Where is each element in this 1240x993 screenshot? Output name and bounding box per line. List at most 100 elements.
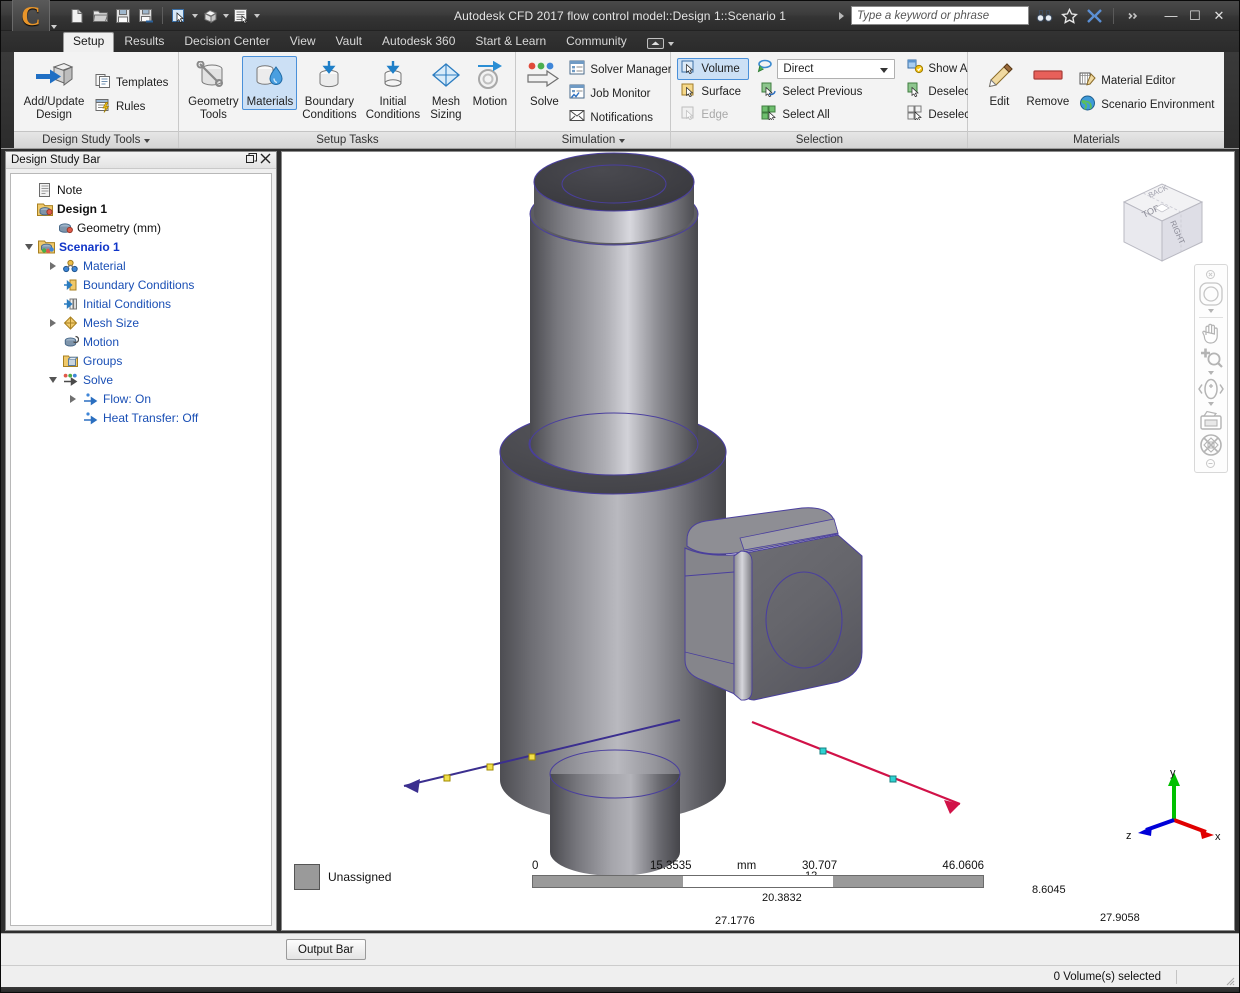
output-bar-button[interactable]: Output Bar xyxy=(286,939,366,960)
materials-button[interactable]: Materials xyxy=(242,56,298,110)
navbar-close-icon[interactable] xyxy=(1197,269,1227,280)
panel-title-design-study-tools[interactable]: Design Study Tools xyxy=(14,131,179,148)
list-select-caret-icon[interactable] xyxy=(254,13,260,18)
orbit-icon[interactable] xyxy=(1196,377,1226,401)
volume-toggle[interactable]: Volume xyxy=(677,58,750,80)
triad-z-label: z xyxy=(1126,830,1132,842)
tree-item-design-1[interactable]: Design 1 xyxy=(15,199,267,218)
remove-material-button[interactable]: Remove xyxy=(1020,56,1075,110)
steering-wheel-icon[interactable] xyxy=(1196,280,1226,308)
chevron-down-icon[interactable] xyxy=(880,68,889,73)
tree-item-geometry[interactable]: Geometry (mm) xyxy=(15,218,267,237)
tree-item-motion[interactable]: Motion xyxy=(15,332,267,351)
tree-item-mesh-size[interactable]: Mesh Size xyxy=(15,313,267,332)
title-separator xyxy=(1113,7,1114,24)
save-as-icon[interactable] xyxy=(135,5,157,27)
minimize-button[interactable]: — xyxy=(1160,6,1182,26)
star-icon[interactable] xyxy=(1059,6,1079,26)
binoculars-icon[interactable] xyxy=(1034,6,1054,26)
scenario-environment-button[interactable]: Scenario Environment xyxy=(1075,94,1221,116)
exchange-icon[interactable] xyxy=(1084,6,1104,26)
expander-mesh-size[interactable] xyxy=(47,318,58,327)
panel-dropdown-caret-icon[interactable] xyxy=(144,139,151,143)
tree-item-flow[interactable]: Flow: On xyxy=(15,389,267,408)
ribbon-minimize-caret-icon[interactable] xyxy=(667,41,674,46)
rules-button[interactable]: Rules xyxy=(91,96,175,118)
search-input[interactable] xyxy=(857,9,1023,22)
boundary-conditions-button[interactable]: Boundary Conditions xyxy=(297,56,361,122)
selection-mode-combo[interactable]: Direct xyxy=(777,59,896,79)
panel-title-simulation[interactable]: Simulation xyxy=(516,131,671,148)
open-icon[interactable] xyxy=(89,5,111,27)
tree-item-boundary-conditions[interactable]: Boundary Conditions xyxy=(15,275,267,294)
close-icon[interactable] xyxy=(258,153,272,167)
select-previous-button[interactable]: Select Previous xyxy=(757,81,895,103)
viewport[interactable]: z x 12 20.3832 27.1776 8.6045 27.9058 37… xyxy=(281,151,1235,931)
search-box[interactable] xyxy=(851,6,1029,25)
tree-item-scenario-1[interactable]: Scenario 1 xyxy=(15,237,267,256)
zoom-icon[interactable] xyxy=(1196,346,1226,370)
tab-community[interactable]: Community xyxy=(556,32,637,52)
tab-view[interactable]: View xyxy=(280,32,326,52)
expander-scenario-1[interactable] xyxy=(23,243,34,250)
mesh-sizing-button[interactable]: Mesh Sizing xyxy=(424,56,467,122)
tab-autodesk-360[interactable]: Autodesk 360 xyxy=(372,32,465,52)
tree-item-note[interactable]: Note xyxy=(15,180,267,199)
tab-start-and-learn[interactable]: Start & Learn xyxy=(465,32,556,52)
tree-item-solve[interactable]: Solve xyxy=(15,370,267,389)
save-icon[interactable] xyxy=(112,5,134,27)
tree-item-initial-conditions[interactable]: Initial Conditions xyxy=(15,294,267,313)
motion-button[interactable]: Motion xyxy=(467,56,512,110)
search-expand-caret-icon[interactable] xyxy=(839,11,844,20)
tab-decision-center[interactable]: Decision Center xyxy=(174,32,279,52)
zoom-caret-icon[interactable] xyxy=(1208,371,1214,375)
ribbon-minimize-icon[interactable] xyxy=(646,38,664,49)
tab-results[interactable]: Results xyxy=(114,32,174,52)
model-canvas[interactable] xyxy=(282,152,1234,931)
visibility-caret-icon[interactable] xyxy=(223,13,229,18)
tab-vault[interactable]: Vault xyxy=(326,32,372,52)
tab-setup[interactable]: Setup xyxy=(63,32,115,52)
job-monitor-button[interactable]: Job Monitor xyxy=(565,83,678,105)
tree-item-heat-transfer[interactable]: Heat Transfer: Off xyxy=(15,408,267,427)
initial-conditions-button[interactable]: Initial Conditions xyxy=(361,56,424,122)
maximize-button[interactable]: ☐ xyxy=(1184,6,1206,26)
solve-button[interactable]: Solve xyxy=(523,56,565,110)
geometry-tools-button[interactable]: Geometry Tools xyxy=(184,56,242,122)
expander-solve[interactable] xyxy=(47,376,58,383)
expander-material[interactable] xyxy=(47,261,58,270)
collapse-icon[interactable] xyxy=(1123,6,1143,26)
fit-icon[interactable] xyxy=(1196,432,1226,458)
design-study-small-buttons: Templates Rules xyxy=(91,70,175,118)
visibility-icon[interactable] xyxy=(199,5,221,27)
close-button[interactable]: ✕ xyxy=(1208,6,1230,26)
simulation-dropdown-caret-icon[interactable] xyxy=(619,139,626,143)
add-update-design-button[interactable]: Add/Update Design xyxy=(17,56,91,122)
tree-item-groups[interactable]: Groups xyxy=(15,351,267,370)
tree-item-material[interactable]: Material xyxy=(15,256,267,275)
solver-manager-button[interactable]: Solver Manager xyxy=(565,59,678,81)
select-mode-icon[interactable] xyxy=(168,5,190,27)
material-editor-button[interactable]: Material Editor xyxy=(1075,70,1221,92)
undock-icon[interactable] xyxy=(244,153,258,167)
camera-icon[interactable] xyxy=(1196,408,1226,432)
list-select-icon[interactable] xyxy=(230,5,252,27)
pan-hand-icon[interactable] xyxy=(1196,320,1226,346)
view-cube[interactable]: TOP RIGHT BACK xyxy=(1110,166,1214,266)
expander-flow[interactable] xyxy=(67,394,78,403)
resize-grip[interactable] xyxy=(1223,973,1235,986)
templates-button[interactable]: Templates xyxy=(91,72,175,94)
surface-toggle[interactable]: Surface xyxy=(677,81,749,103)
notifications-button[interactable]: Notifications xyxy=(565,107,678,129)
edit-material-button[interactable]: Edit xyxy=(978,56,1020,110)
navbar-collapse-icon[interactable] xyxy=(1197,458,1227,469)
solver-manager-label: Solver Manager xyxy=(590,64,672,76)
select-mode-caret-icon[interactable] xyxy=(192,13,198,18)
orbit-caret-icon[interactable] xyxy=(1208,402,1214,406)
select-all-button[interactable]: Select All xyxy=(757,104,895,126)
steering-wheel-caret-icon[interactable] xyxy=(1208,309,1214,313)
ribbon-minimize-control[interactable] xyxy=(646,38,674,52)
app-menu-button[interactable]: C xyxy=(12,0,57,35)
templates-label: Templates xyxy=(116,77,169,89)
new-icon[interactable] xyxy=(66,5,88,27)
